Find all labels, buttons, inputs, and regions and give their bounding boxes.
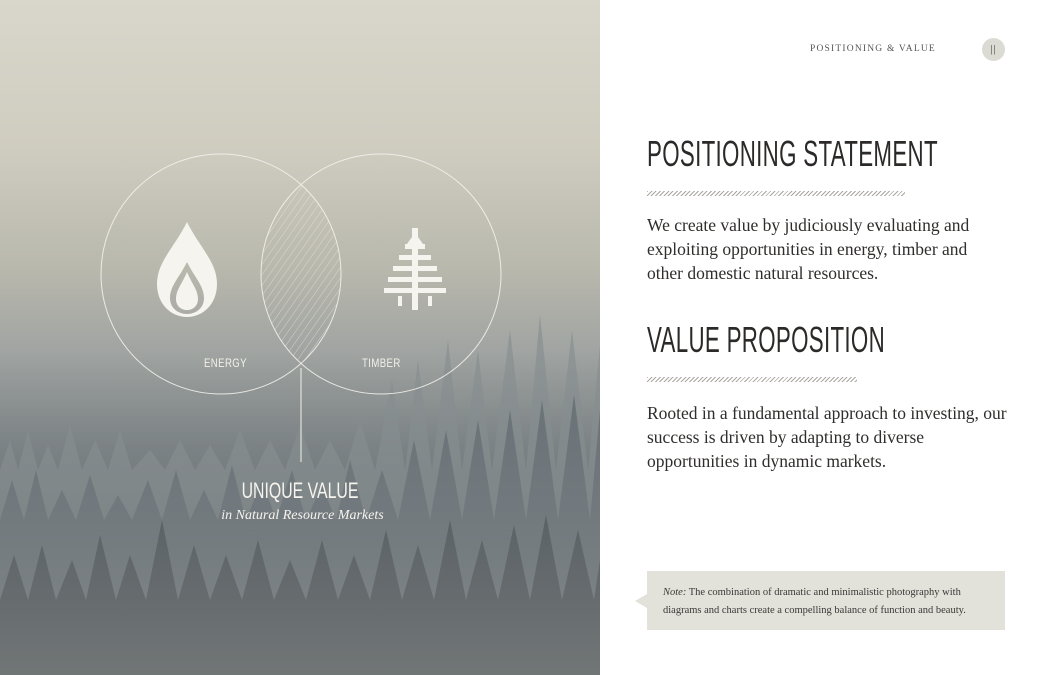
positioning-heading: POSITIONING STATEMENT xyxy=(647,133,938,174)
positioning-body: We create value by judiciously evaluatin… xyxy=(647,215,970,283)
value-heading: VALUE PROPOSITION xyxy=(647,319,886,360)
unique-value-title: UNIQUE VALUE xyxy=(241,478,359,503)
positioning-divider xyxy=(647,191,905,196)
flame-icon xyxy=(157,222,217,317)
unique-value-subtitle: in Natural Resource Markets xyxy=(221,508,384,523)
section-label: Positioning & Value xyxy=(810,44,936,54)
energy-label: ENERGY xyxy=(204,356,247,370)
note-text-block: Note: The combination of dramatic and mi… xyxy=(663,584,993,620)
page-number-badge: || xyxy=(982,38,1005,61)
note-body: The combination of dramatic and minimali… xyxy=(663,587,966,616)
note-callout: Note: The combination of dramatic and mi… xyxy=(635,571,1005,630)
value-body: Rooted in a fundamental approach to inve… xyxy=(647,403,1007,471)
venn-diagram xyxy=(100,153,502,462)
tree-icon xyxy=(384,228,446,310)
value-divider xyxy=(647,377,857,382)
timber-label: TIMBER xyxy=(362,356,401,370)
note-label: Note: xyxy=(663,587,687,598)
forest-photo: ENERGY TIMBER UNIQUE VALUE in Natural Re… xyxy=(0,0,600,675)
